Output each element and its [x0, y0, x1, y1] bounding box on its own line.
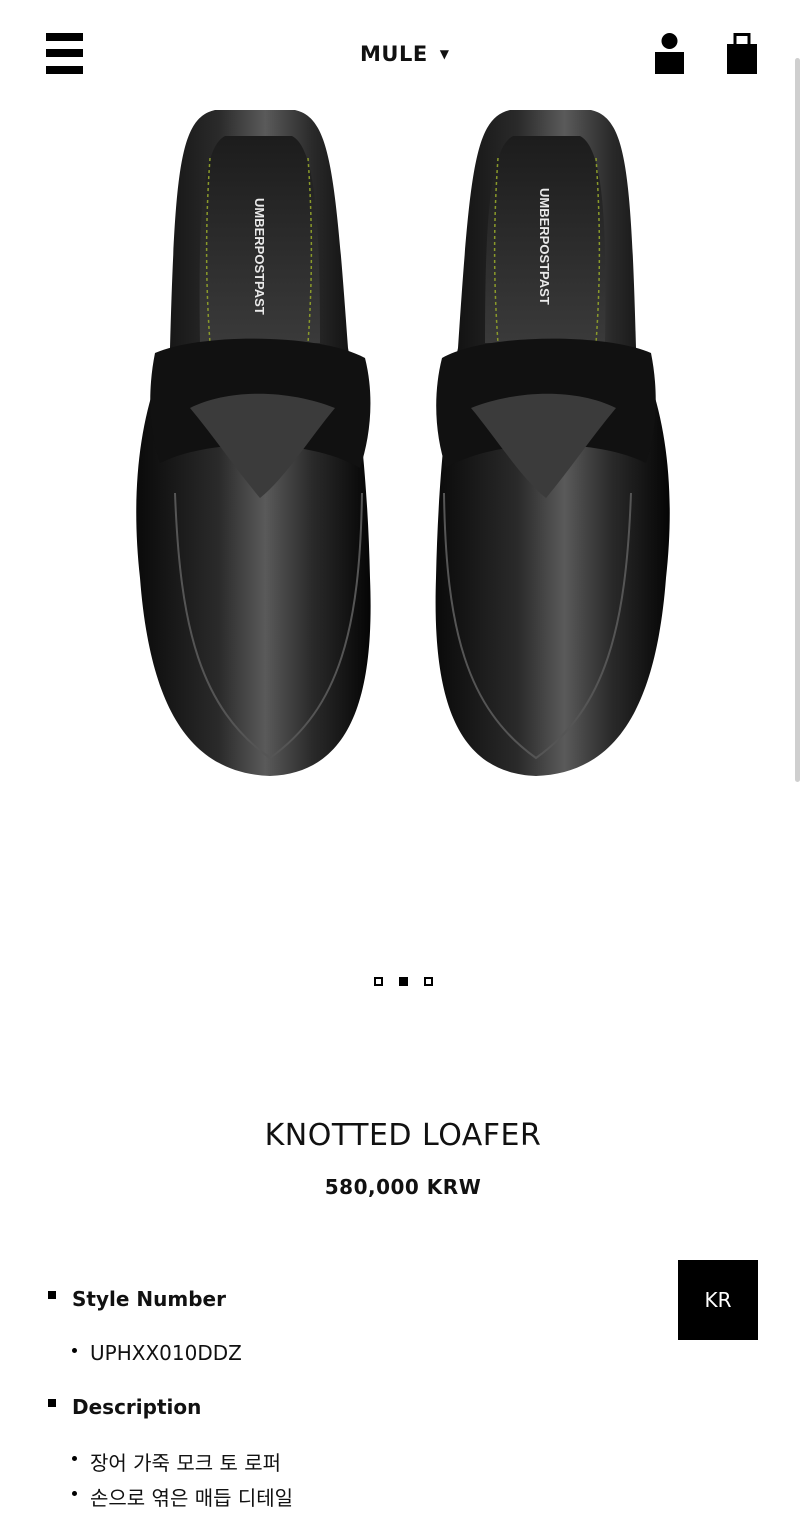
left-loafer: UMBERPOSTPAST	[136, 110, 371, 776]
product-details: Style Number UPHXX010DDZ Description 장어 …	[48, 1282, 648, 1513]
description-item-1: 장어 가죽 모크 토 로퍼	[90, 1450, 282, 1475]
style-number-label: Style Number	[72, 1287, 226, 1311]
bullet-icon	[72, 1490, 77, 1496]
insole-brand-text-left: UMBERPOSTPAST	[252, 198, 267, 315]
style-number-value: UPHXX010DDZ	[90, 1341, 242, 1365]
description-item-2: 손으로 엮은 매듭 디테일	[90, 1485, 294, 1510]
list-item: 장어 가죽 모크 토 로퍼	[48, 1444, 648, 1478]
top-navigation-bar: MULE ▼	[0, 0, 806, 108]
square-bullet-icon	[48, 1291, 56, 1299]
product-image: UMBERPOSTPAST UMBERPOSTPAST	[136, 110, 670, 776]
page-scrollbar[interactable]	[795, 58, 800, 782]
carousel-dot-3[interactable]	[424, 977, 433, 986]
carousel-dot-1[interactable]	[374, 977, 383, 986]
product-title: KNOTTED LOAFER	[264, 1118, 542, 1153]
bullet-icon	[72, 1347, 77, 1353]
right-loafer: UMBERPOSTPAST	[435, 110, 670, 776]
user-icon[interactable]	[655, 33, 684, 74]
list-item: UPHXX010DDZ	[48, 1336, 648, 1370]
list-item: 손으로 엮은 매듭 디테일	[48, 1479, 648, 1513]
product-price: 580,000 KRW	[324, 1175, 482, 1199]
description-heading: Description	[48, 1390, 648, 1424]
insole-brand-text-right: UMBERPOSTPAST	[537, 188, 552, 305]
description-label: Description	[72, 1395, 202, 1419]
language-button[interactable]: KR	[678, 1260, 758, 1340]
hamburger-menu-icon[interactable]	[46, 33, 83, 74]
caret-down-icon: ▼	[439, 47, 449, 61]
carousel-dot-2[interactable]	[399, 977, 408, 986]
bullet-icon	[72, 1455, 77, 1461]
shopping-bag-icon[interactable]	[727, 33, 757, 74]
style-number-heading: Style Number	[48, 1282, 648, 1316]
category-dropdown[interactable]: MULE ▼	[360, 40, 449, 68]
category-label: MULE	[360, 42, 428, 66]
image-carousel-indicators	[374, 977, 433, 986]
square-bullet-icon	[48, 1399, 56, 1407]
